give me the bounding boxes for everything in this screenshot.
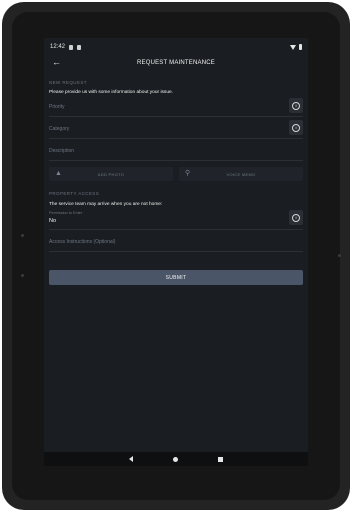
status-time: 12:42 [50, 44, 66, 50]
description-field[interactable]: Description [49, 139, 303, 161]
battery-icon [299, 44, 302, 50]
image-icon: ▲ [55, 170, 62, 177]
status-bar: 12:42 [44, 38, 308, 56]
priority-field[interactable]: Priority i [49, 95, 303, 117]
submit-button[interactable]: SUBMIT [49, 270, 303, 285]
info-icon: i [292, 123, 300, 132]
access-instructions-field[interactable]: Access Instructions (Optional) [49, 230, 303, 252]
system-nav-bar [44, 452, 308, 466]
priority-info-button[interactable]: i [289, 98, 303, 113]
microphone-icon: ⚲ [185, 170, 191, 177]
description-placeholder: Description [49, 148, 75, 154]
category-info-button[interactable]: i [289, 120, 303, 135]
bezel-sensor [21, 274, 24, 277]
app-bar: ← REQUEST MAINTENANCE [44, 56, 308, 70]
permission-label: Permission to Enter [49, 211, 83, 215]
permission-to-enter-select[interactable]: Permission to Enter No i [49, 207, 303, 230]
wifi-icon [290, 44, 296, 50]
section-label-new-request: NEW REQUEST [49, 80, 87, 85]
page-title: REQUEST MAINTENANCE [136, 60, 216, 66]
voice-memo-label: VOICE MEMO [226, 171, 256, 177]
add-photo-label: ADD PHOTO [97, 171, 125, 177]
category-placeholder: Category [49, 126, 70, 132]
notification-icon [77, 44, 82, 50]
nav-back-icon[interactable] [129, 456, 133, 462]
bezel-sensor [21, 234, 24, 237]
permission-value: No [49, 218, 57, 224]
add-photo-button[interactable]: ▲ ADD PHOTO [49, 167, 173, 181]
access-instructions-placeholder: Access Instructions (Optional) [49, 239, 116, 245]
nav-home-icon[interactable] [173, 456, 178, 462]
front-camera [338, 254, 341, 257]
priority-placeholder: Priority [49, 104, 65, 110]
info-icon: i [292, 213, 300, 222]
form: NEW REQUEST Please provide us with some … [44, 80, 308, 285]
media-row: ▲ ADD PHOTO ⚲ VOICE MEMO [49, 167, 303, 181]
voice-memo-button[interactable]: ⚲ VOICE MEMO [179, 167, 303, 181]
device-screen: 12:42 ← REQUEST MAINTENANCE NEW REQUEST … [44, 38, 308, 466]
section-label-property-access: PROPERTY ACCESS [49, 191, 100, 196]
permission-info-button[interactable]: i [289, 210, 303, 225]
arrow-left-icon[interactable]: ← [52, 58, 61, 67]
category-field[interactable]: Category i [49, 117, 303, 139]
info-icon: i [292, 101, 300, 110]
nav-recents-icon[interactable] [218, 456, 223, 462]
sim-icon [69, 44, 74, 50]
